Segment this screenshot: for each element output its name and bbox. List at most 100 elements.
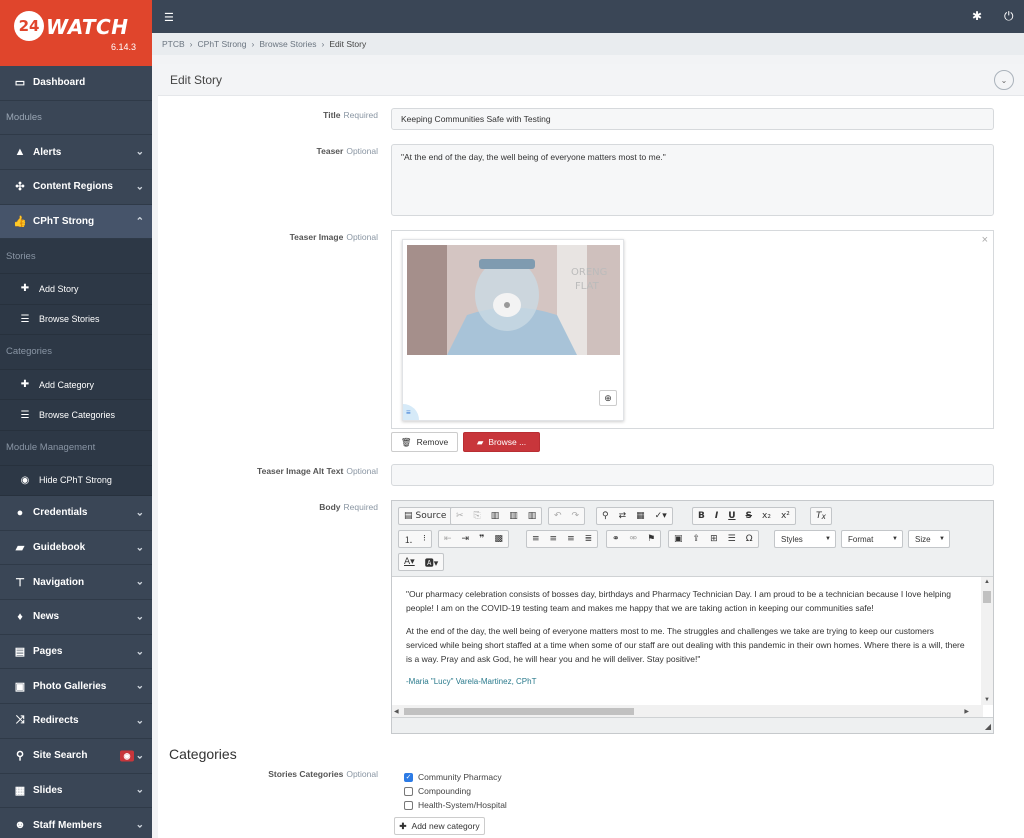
sidebar-item-label: Add Category xyxy=(39,379,95,390)
text-color-icon[interactable]: A▾ xyxy=(399,554,420,570)
sidebar-item-staff-members[interactable]: ☻ Staff Members ⌄ xyxy=(0,808,152,838)
link-icon[interactable]: ⚭ xyxy=(607,531,625,547)
paste-icon[interactable]: ▥ xyxy=(486,508,505,524)
sidebar-item-add-category[interactable]: ✚ Add Category xyxy=(0,369,152,401)
undo-icon[interactable]: ↶ xyxy=(549,508,567,524)
category-option[interactable]: ✓ Community Pharmacy xyxy=(404,770,507,784)
sidebar-item-photo-galleries[interactable]: ▣ Photo Galleries ⌄ xyxy=(0,669,152,705)
select-all-icon[interactable]: ▦ xyxy=(631,508,650,524)
sidebar-item-pages[interactable]: ▤ Pages ⌄ xyxy=(0,635,152,670)
scroll-down-icon[interactable]: ▼ xyxy=(984,697,990,703)
bold-icon[interactable]: B xyxy=(693,508,710,524)
table-icon[interactable]: ⊞ xyxy=(705,531,723,547)
unlink-icon[interactable]: ⚮ xyxy=(625,531,643,547)
category-option[interactable]: Health-System/Hospital xyxy=(404,798,507,812)
bulleted-list-icon[interactable]: ⁝ xyxy=(418,531,431,547)
sidebar-item-navigation[interactable]: ⊤ Navigation ⌄ xyxy=(0,565,152,601)
horizontal-scrollbar[interactable]: ◀ ▶ xyxy=(392,705,983,717)
breadcrumb-ptcb[interactable]: PTCB xyxy=(162,39,185,49)
sidebar-item-hide-cpht[interactable]: ◉ Hide CPhT Strong xyxy=(0,465,152,496)
checkbox-checked[interactable]: ✓ xyxy=(404,772,413,782)
sidebar-item-add-story[interactable]: ✚ Add Story xyxy=(0,274,152,305)
sidebar-item-browse-categories[interactable]: ☰ Browse Categories xyxy=(0,400,152,431)
special-char-icon[interactable]: Ω xyxy=(741,531,758,547)
sidebar-item-redirects[interactable]: ⤨ Redirects ⌄ xyxy=(0,704,152,739)
zoom-button[interactable]: ⊕ xyxy=(599,390,617,406)
cut-icon[interactable]: ✂ xyxy=(451,508,469,524)
scroll-left-icon[interactable]: ◀ xyxy=(394,708,399,715)
find-icon[interactable]: ⚲ xyxy=(597,508,614,524)
resize-handle-icon[interactable]: ◢ xyxy=(985,722,991,731)
breadcrumb-cpht-strong[interactable]: CPhT Strong xyxy=(198,39,247,49)
paste-word-icon[interactable]: ▥ xyxy=(523,508,542,524)
alt-text-input[interactable] xyxy=(391,464,994,486)
editor-content[interactable]: "Our pharmacy celebration consists of bo… xyxy=(392,577,980,705)
sidebar-item-label: Browse Stories xyxy=(39,314,100,325)
sidebar-item-credentials[interactable]: ● Credentials ⌄ xyxy=(0,496,152,531)
scroll-right-icon[interactable]: ▶ xyxy=(964,708,969,715)
styles-dropdown[interactable]: Styles ▼ xyxy=(774,530,836,548)
anchor-flag-icon[interactable]: ⚑ xyxy=(642,531,660,547)
italic-icon[interactable]: I xyxy=(710,508,723,524)
align-center-icon[interactable]: ≡ xyxy=(545,531,563,547)
sidebar-item-alerts[interactable]: ▲ Alerts ⌄ xyxy=(0,135,152,171)
size-dropdown[interactable]: Size ▼ xyxy=(908,530,950,548)
remove-format-icon[interactable]: Tx xyxy=(811,508,831,524)
numbered-list-icon[interactable]: ⒈ xyxy=(399,531,418,547)
breadcrumb: PTCB › CPhT Strong › Browse Stories › Ed… xyxy=(152,33,1024,55)
sidebar-item-content-regions[interactable]: ✣ Content Regions ⌄ xyxy=(0,170,152,205)
scroll-thumb[interactable] xyxy=(983,591,991,603)
align-justify-icon[interactable]: ≣ xyxy=(580,531,598,547)
replace-icon[interactable]: ⇄ xyxy=(614,508,632,524)
sidebar-item-guidebook[interactable]: ▰ Guidebook ⌄ xyxy=(0,531,152,566)
format-dropdown[interactable]: Format ▼ xyxy=(841,530,903,548)
align-left-icon[interactable]: ≡ xyxy=(527,531,545,547)
source-button[interactable]: ▤ Source xyxy=(399,508,451,524)
collapse-button[interactable]: ⌄ xyxy=(994,70,1014,90)
image-thumbnail[interactable]: ORENG FLAT ⊕ ≡ xyxy=(402,239,624,421)
menu-corner-icon[interactable]: ≡ xyxy=(403,404,419,420)
subscript-icon[interactable]: x₂ xyxy=(757,508,776,524)
checkbox[interactable] xyxy=(404,786,413,796)
checkbox[interactable] xyxy=(404,800,413,810)
strikethrough-icon[interactable]: S xyxy=(741,508,757,524)
vertical-scrollbar[interactable]: ▲ ▼ xyxy=(981,577,993,705)
blockquote-icon[interactable]: ❞ xyxy=(474,531,489,547)
superscript-icon[interactable]: x² xyxy=(776,508,795,524)
sidebar-item-dashboard[interactable]: ▭ Dashboard xyxy=(0,66,152,101)
category-option[interactable]: Compounding xyxy=(404,784,507,798)
menu-toggle-icon[interactable]: ☰ xyxy=(164,11,174,24)
image-insert-icon[interactable]: ▣ xyxy=(669,531,688,547)
alt-text-label: Teaser Image Alt Text Optional xyxy=(158,466,378,476)
sidebar-item-browse-stories[interactable]: ☰ Browse Stories xyxy=(0,304,152,336)
breadcrumb-browse-stories[interactable]: Browse Stories xyxy=(259,39,316,49)
align-right-icon[interactable]: ≡ xyxy=(562,531,580,547)
add-category-button[interactable]: ✚ Add new category xyxy=(394,817,485,835)
power-icon[interactable]: ⏻ xyxy=(1004,9,1014,24)
spellcheck-icon[interactable]: ✓▾ xyxy=(650,508,672,524)
scroll-thumb[interactable] xyxy=(404,708,634,715)
title-input[interactable]: Keeping Communities Safe with Testing xyxy=(391,108,994,130)
remove-image-button[interactable]: 🗑 Remove xyxy=(391,432,458,452)
teaser-textarea[interactable]: "At the end of the day, the well being o… xyxy=(391,144,994,216)
copy-icon[interactable]: ⎘ xyxy=(469,508,486,524)
scroll-up-icon[interactable]: ▲ xyxy=(984,579,990,585)
background-color-icon[interactable]: 🅰▾ xyxy=(420,554,444,570)
upload-icon[interactable]: ⇪ xyxy=(688,531,706,547)
sidebar-item-cpht-strong[interactable]: 👍 CPhT Strong ⌃ xyxy=(0,204,152,240)
horizontal-line-icon[interactable]: ☰ xyxy=(723,531,741,547)
sidebar-item-slides[interactable]: ▦ Slides ⌄ xyxy=(0,774,152,809)
bug-icon[interactable]: ✱ xyxy=(972,9,982,23)
outdent-icon[interactable]: ⇤ xyxy=(439,531,457,547)
underline-icon[interactable]: U xyxy=(723,508,740,524)
logo[interactable]: 24 WATCH 6.14.3 xyxy=(0,0,152,66)
close-icon[interactable]: × xyxy=(982,234,988,246)
paste-text-icon[interactable]: ▥ xyxy=(504,508,523,524)
sidebar-item-news[interactable]: ♦ News ⌄ xyxy=(0,600,152,635)
eye-icon[interactable]: ◉ xyxy=(120,750,134,762)
div-container-icon[interactable]: ▩ xyxy=(489,531,508,547)
indent-icon[interactable]: ⇥ xyxy=(457,531,475,547)
redo-icon[interactable]: ↷ xyxy=(567,508,585,524)
browse-image-button[interactable]: ▰ Browse ... xyxy=(463,432,540,452)
sidebar-item-site-search[interactable]: ⚲ Site Search ◉ ⌄ xyxy=(0,739,152,774)
